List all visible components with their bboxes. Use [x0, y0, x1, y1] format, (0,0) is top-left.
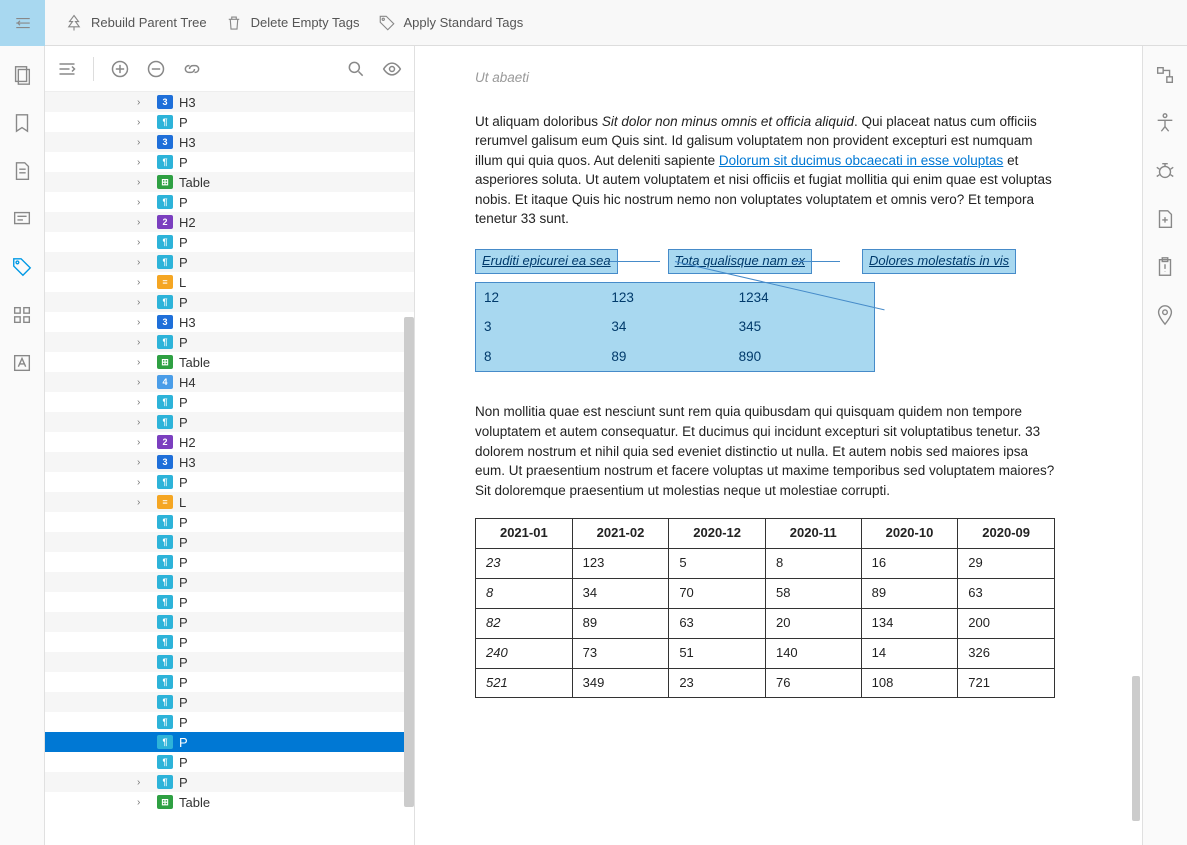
accessibility-icon[interactable] — [1154, 112, 1176, 134]
tree-list[interactable]: ›3H3›¶P›3H3›¶P›⊞Table›¶P›2H2›¶P›¶P›≡L›¶P… — [45, 92, 414, 845]
document-viewer[interactable]: Ut abaeti Ut aliquam doloribus Sit dolor… — [415, 46, 1142, 845]
tree-item-table[interactable]: ›⊞Table — [45, 172, 414, 192]
tree-item-p[interactable]: ¶P — [45, 532, 414, 552]
tree-item-h3[interactable]: ›3H3 — [45, 92, 414, 112]
tree-item-p[interactable]: ¶P — [45, 612, 414, 632]
right-rail — [1142, 46, 1187, 845]
tree-item-p[interactable]: ›¶P — [45, 192, 414, 212]
tree-item-p[interactable]: ›¶P — [45, 772, 414, 792]
table-row: 23123581629 — [476, 549, 1055, 579]
font-icon[interactable] — [11, 352, 33, 374]
tree-item-l[interactable]: ›≡L — [45, 492, 414, 512]
tag-icon — [378, 14, 396, 32]
tree-item-p[interactable]: ¶P — [45, 512, 414, 532]
table-header: 2021-02 — [572, 519, 669, 549]
collapse-tree-icon[interactable] — [57, 59, 77, 79]
tree-item-p[interactable]: ›¶P — [45, 292, 414, 312]
table-row: 5213492376108721 — [476, 668, 1055, 698]
paragraph-2: Non mollitia quae est nesciunt sunt rem … — [475, 402, 1055, 500]
tree-item-p[interactable]: ›¶P — [45, 392, 414, 412]
left-rail — [0, 46, 45, 845]
table-row: 82896320134200 — [476, 608, 1055, 638]
tree-item-p[interactable]: ›¶P — [45, 112, 414, 132]
bookmark-icon[interactable] — [11, 112, 33, 134]
content-scrollbar[interactable] — [1132, 676, 1140, 821]
tree-item-p[interactable]: ¶P — [45, 552, 414, 572]
location-icon[interactable] — [1154, 304, 1176, 326]
tree-item-h2[interactable]: ›2H2 — [45, 432, 414, 452]
menu-collapse-icon — [14, 14, 32, 32]
tree-item-p[interactable]: ¶P — [45, 572, 414, 592]
table-row: 83470588963 — [476, 578, 1055, 608]
table-header: 2020-11 — [765, 519, 861, 549]
tree-scrollbar[interactable] — [404, 317, 414, 807]
data-table: 2021-012021-022020-122020-112020-102020-… — [475, 518, 1055, 698]
tree-item-h3[interactable]: ›3H3 — [45, 452, 414, 472]
tree-item-h3[interactable]: ›3H3 — [45, 312, 414, 332]
tree-item-p[interactable]: ›¶P — [45, 152, 414, 172]
tree-item-p[interactable]: ¶P — [45, 632, 414, 652]
grid-icon[interactable] — [11, 304, 33, 326]
trash-icon — [225, 14, 243, 32]
inline-link[interactable]: Dolorum sit ducimus obcaecati in esse vo… — [719, 153, 1003, 168]
selected-table-header[interactable]: Eruditi epicurei ea sea — [475, 249, 618, 274]
apply-standard-tags-button[interactable]: Apply Standard Tags — [378, 14, 524, 32]
bug-icon[interactable] — [1154, 160, 1176, 182]
tree-item-p[interactable]: ›¶P — [45, 252, 414, 272]
tree-icon — [65, 14, 83, 32]
table-header: 2020-12 — [669, 519, 766, 549]
table-header: 2020-09 — [958, 519, 1055, 549]
link-icon[interactable] — [182, 59, 202, 79]
delete-label: Delete Empty Tags — [251, 15, 360, 30]
table-header: 2021-01 — [476, 519, 573, 549]
eye-icon[interactable] — [382, 59, 402, 79]
caption: Ut abaeti — [475, 68, 1055, 88]
apply-label: Apply Standard Tags — [404, 15, 524, 30]
tree-item-table[interactable]: ›⊞Table — [45, 792, 414, 812]
clipboard-alert-icon[interactable] — [1154, 256, 1176, 278]
tree-item-h2[interactable]: ›2H2 — [45, 212, 414, 232]
tags-panel-icon[interactable] — [11, 256, 33, 278]
pages-icon[interactable] — [11, 64, 33, 86]
rebuild-parent-tree-button[interactable]: Rebuild Parent Tree — [65, 14, 207, 32]
selected-table-header[interactable]: Tota qualisque nam ex — [668, 249, 812, 274]
tree-item-p[interactable]: ›¶P — [45, 232, 414, 252]
table-row: 240735114014326 — [476, 638, 1055, 668]
tree-item-p[interactable]: ¶P — [45, 732, 414, 752]
tree-item-p[interactable]: ¶P — [45, 672, 414, 692]
add-tag-icon[interactable] — [110, 59, 130, 79]
tree-item-p[interactable]: ¶P — [45, 712, 414, 732]
tree-toolbar — [45, 46, 414, 92]
tree-item-p[interactable]: ›¶P — [45, 332, 414, 352]
tree-item-h3[interactable]: ›3H3 — [45, 132, 414, 152]
menu-toggle-button[interactable] — [0, 0, 45, 46]
tree-item-p[interactable]: ›¶P — [45, 412, 414, 432]
search-icon[interactable] — [346, 59, 366, 79]
document-icon[interactable] — [11, 160, 33, 182]
selected-table-highlight[interactable]: Eruditi epicurei ea sea Tota qualisque na… — [475, 249, 1055, 373]
delete-empty-tags-button[interactable]: Delete Empty Tags — [225, 14, 360, 32]
tree-item-p[interactable]: ¶P — [45, 692, 414, 712]
tree-item-l[interactable]: ›≡L — [45, 272, 414, 292]
remove-tag-icon[interactable] — [146, 59, 166, 79]
rotate-icon[interactable] — [1154, 64, 1176, 86]
tree-item-p[interactable]: ¶P — [45, 752, 414, 772]
table-header: 2020-10 — [861, 519, 958, 549]
tree-item-p[interactable]: ¶P — [45, 652, 414, 672]
selected-table-header[interactable]: Dolores molestatis in vis — [862, 249, 1016, 274]
comment-icon[interactable] — [11, 208, 33, 230]
paragraph-1: Ut aliquam doloribus Sit dolor non minus… — [475, 112, 1055, 229]
top-toolbar: Rebuild Parent Tree Delete Empty Tags Ap… — [0, 0, 1187, 46]
page-add-icon[interactable] — [1154, 208, 1176, 230]
tree-item-p[interactable]: ›¶P — [45, 472, 414, 492]
tree-item-p[interactable]: ¶P — [45, 592, 414, 612]
tree-item-h4[interactable]: ›4H4 — [45, 372, 414, 392]
rebuild-label: Rebuild Parent Tree — [91, 15, 207, 30]
tags-tree-panel: ›3H3›¶P›3H3›¶P›⊞Table›¶P›2H2›¶P›¶P›≡L›¶P… — [45, 46, 415, 845]
tree-item-table[interactable]: ›⊞Table — [45, 352, 414, 372]
